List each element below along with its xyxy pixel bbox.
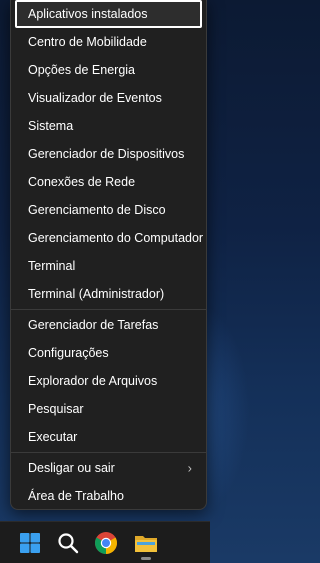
menu-item-computer-management[interactable]: Gerenciamento do Computador bbox=[15, 224, 203, 252]
menu-item-device-manager[interactable]: Gerenciador de Dispositivos bbox=[15, 140, 202, 168]
menu-item-system[interactable]: Sistema bbox=[15, 112, 202, 140]
menu-group-system-tools: Aplicativos instalados Centro de Mobilid… bbox=[11, 0, 206, 308]
menu-item-shutdown-signout[interactable]: Desligar ou sair › bbox=[15, 454, 202, 482]
menu-item-event-viewer[interactable]: Visualizador de Eventos bbox=[15, 84, 202, 112]
taskbar bbox=[0, 521, 210, 563]
menu-item-search[interactable]: Pesquisar bbox=[15, 395, 202, 423]
menu-group-session: Desligar ou sair › Área de Trabalho bbox=[11, 454, 206, 510]
menu-item-installed-apps[interactable]: Aplicativos instalados bbox=[15, 0, 202, 28]
menu-item-run[interactable]: Executar bbox=[15, 423, 202, 451]
menu-item-desktop[interactable]: Área de Trabalho bbox=[15, 482, 202, 510]
menu-item-mobility-center[interactable]: Centro de Mobilidade bbox=[15, 28, 202, 56]
chrome-icon[interactable] bbox=[93, 530, 119, 556]
file-explorer-icon[interactable] bbox=[133, 530, 159, 556]
menu-item-network-connections[interactable]: Conexões de Rede bbox=[15, 168, 202, 196]
menu-item-terminal-admin[interactable]: Terminal (Administrador) bbox=[15, 280, 202, 308]
menu-divider bbox=[11, 309, 206, 310]
quick-link-menu: Aplicativos instalados Centro de Mobilid… bbox=[10, 0, 207, 510]
menu-item-power-options[interactable]: Opções de Energia bbox=[15, 56, 202, 84]
menu-group-utilities: Gerenciador de Tarefas Configurações Exp… bbox=[11, 311, 206, 451]
menu-item-label: Desligar ou sair bbox=[28, 461, 115, 475]
menu-item-terminal[interactable]: Terminal bbox=[15, 252, 202, 280]
chevron-right-icon: › bbox=[187, 460, 192, 476]
menu-item-task-manager[interactable]: Gerenciador de Tarefas bbox=[15, 311, 202, 339]
menu-item-file-explorer[interactable]: Explorador de Arquivos bbox=[15, 367, 202, 395]
menu-divider bbox=[11, 452, 206, 453]
menu-item-settings[interactable]: Configurações bbox=[15, 339, 202, 367]
menu-item-disk-management[interactable]: Gerenciamento de Disco bbox=[15, 196, 202, 224]
search-icon[interactable] bbox=[55, 530, 81, 556]
windows-start-icon[interactable] bbox=[17, 530, 43, 556]
running-app-indicator bbox=[141, 557, 151, 560]
